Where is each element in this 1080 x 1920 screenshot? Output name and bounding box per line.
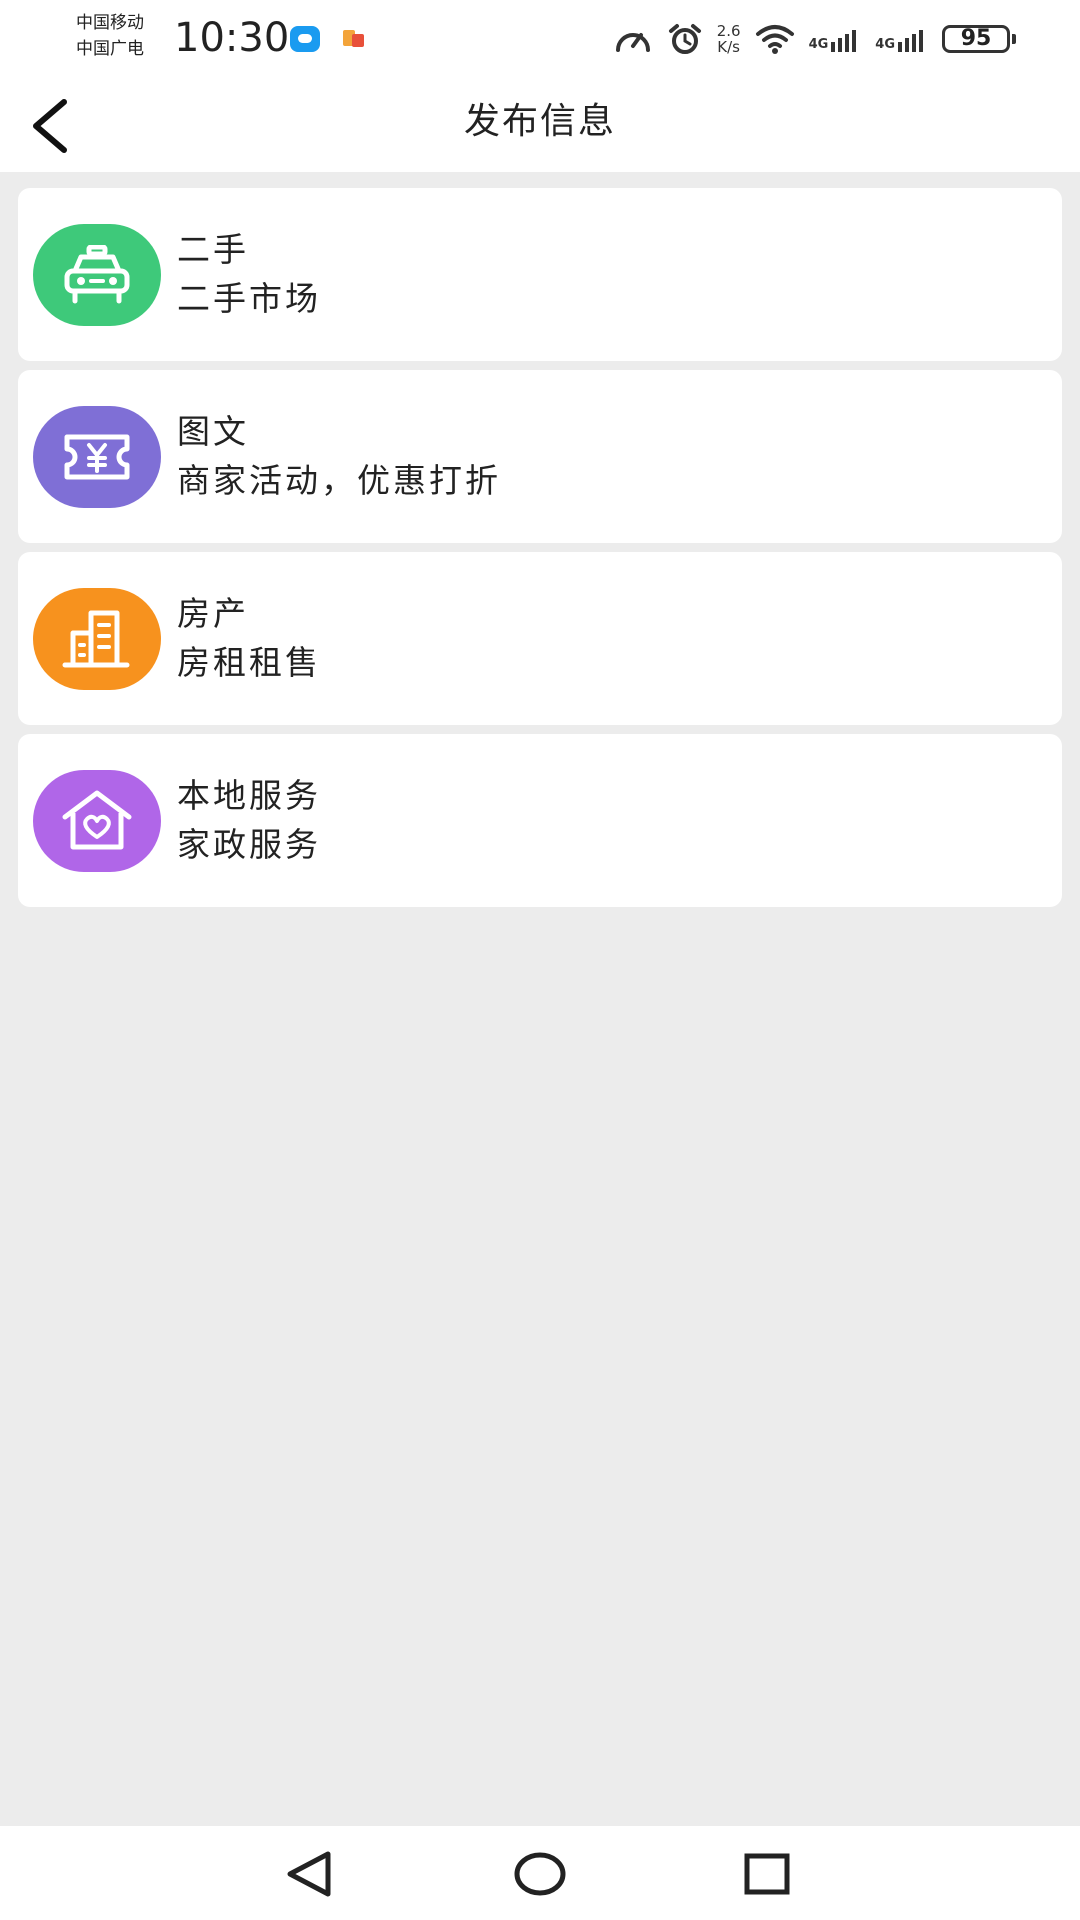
category-title: 二手 [177,230,249,269]
triangle-back-icon [287,1851,331,1897]
category-card-realestate[interactable]: 房产 房租租售 [18,552,1062,725]
network-speed-unit: K/s [717,38,740,56]
category-card-secondhand[interactable]: 二手 二手市场 [18,188,1062,361]
system-navigation-bar [0,1826,1080,1920]
category-title: 本地服务 [177,776,321,815]
system-icons: 2.6 K/s 4G 4G 95 [613,18,1016,60]
network-type-1: 4G [808,37,829,52]
status-time: 10:30 [174,15,290,61]
graphic-icon-badge [33,406,161,508]
signal-bars-2-icon [898,30,923,52]
car-icon [64,245,130,304]
category-card-localservice[interactable]: 本地服务 家政服务 [18,734,1062,907]
category-title: 图文 [177,412,249,451]
square-recents-icon [744,1853,790,1895]
app-notification-icon [343,30,365,48]
network-speed: 2.6 K/s [717,23,741,55]
building-icon [62,610,130,668]
coupon-icon [64,434,130,480]
circle-home-icon [514,1852,566,1896]
category-title: 房产 [177,594,249,633]
wifi-icon [755,25,794,54]
category-subtitle: 家政服务 [177,825,321,864]
localservice-icon-badge [33,770,161,872]
nav-back-button[interactable] [280,1844,340,1904]
category-list: 二手 二手市场 图文 商家活动，优惠打折 房产 房租租售 本地服务 家政服务 [18,188,1062,916]
category-card-graphic[interactable]: 图文 商家活动，优惠打折 [18,370,1062,543]
battery-indicator: 95 [942,25,1016,53]
realestate-icon-badge [33,588,161,690]
carrier-info: 中国移动 中国广电 [76,10,144,62]
speedometer-icon [615,33,650,52]
nav-recents-button[interactable] [737,1844,797,1904]
secondhand-icon-badge [33,224,161,326]
alarm-icon [668,24,701,54]
category-subtitle: 商家活动，优惠打折 [177,461,501,500]
signal-bars-1-icon [831,30,857,52]
signal-2: 4G [875,26,928,52]
carrier-2: 中国广电 [76,39,144,59]
network-type-2: 4G [875,37,895,52]
home-heart-icon [62,790,132,850]
page-title: 发布信息 [463,101,616,142]
header-bar: 发布信息 [0,76,1080,172]
network-speed-value: 2.6 [716,22,741,40]
message-notification-icon [290,26,320,52]
carrier-1: 中国移动 [76,13,144,33]
category-subtitle: 房租租售 [177,643,321,682]
signal-1: 4G [809,26,862,52]
status-bar: 中国移动 中国广电 10:30 2.6 K/s 4G 4G 95 [0,0,1080,76]
category-subtitle: 二手市场 [177,279,321,318]
nav-home-button[interactable] [510,1844,570,1904]
